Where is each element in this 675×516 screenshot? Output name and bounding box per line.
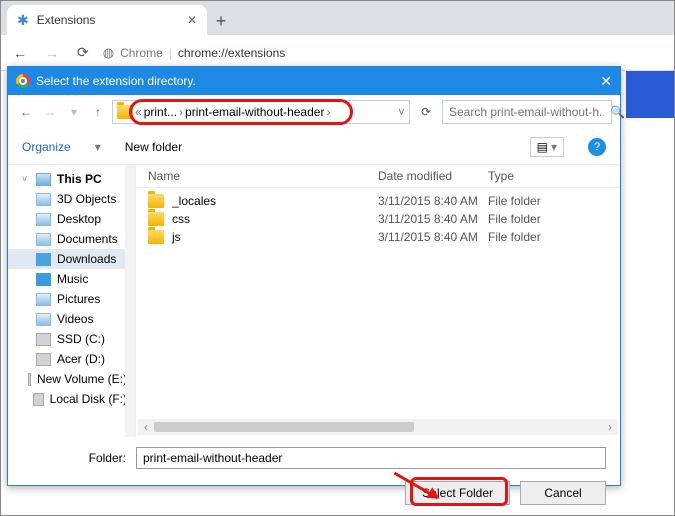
chevron-down-icon[interactable]: ˅ (398, 105, 405, 119)
url-path: chrome://extensions (178, 46, 285, 60)
sidebar-item[interactable]: Videos (8, 309, 135, 329)
drive-icon (33, 393, 43, 406)
select-folder-button[interactable]: Select Folder (405, 481, 510, 505)
sidebar-item[interactable]: New Volume (E:) (8, 369, 135, 389)
new-tab-button[interactable]: + (207, 7, 235, 35)
sidebar-item[interactable]: Desktop (8, 209, 135, 229)
scrollbar-thumb[interactable] (126, 171, 134, 231)
breadcrumb-segment[interactable]: print... (144, 105, 177, 119)
drive-icon (36, 193, 51, 206)
sidebar-item[interactable]: Acer (D:) (8, 349, 135, 369)
up-button[interactable]: ↑ (88, 102, 108, 122)
sidebar-item[interactable]: Pictures (8, 289, 135, 309)
search-input[interactable]: 🔍 (442, 100, 612, 124)
folder-label: Folder: (86, 451, 126, 465)
url-origin: Chrome (120, 46, 163, 60)
search-icon: 🔍 (610, 105, 625, 119)
globe-icon: ◍ (103, 45, 114, 61)
breadcrumb-segment[interactable]: print-email-without-header (185, 105, 324, 119)
dialog-titlebar[interactable]: Select the extension directory. ✕ (8, 67, 620, 95)
folder-picker-dialog: Select the extension directory. ✕ ← → ▾ … (7, 66, 621, 486)
sidebar-item[interactable]: Documents (8, 229, 135, 249)
scroll-right-icon[interactable]: › (602, 420, 618, 434)
drive-icon (36, 173, 51, 186)
forward-button[interactable]: → (41, 41, 63, 65)
back-button[interactable]: ← (9, 41, 31, 65)
sidebar-item[interactable]: ˅This PC (8, 169, 135, 189)
sidebar-item[interactable]: Music (8, 269, 135, 289)
close-icon[interactable]: ✕ (600, 73, 612, 90)
sidebar-item[interactable]: SSD (C:) (8, 329, 135, 349)
drive-icon (36, 293, 51, 306)
browser-tab[interactable]: ✱ Extensions ✕ (7, 5, 207, 35)
search-field[interactable] (449, 105, 604, 119)
extension-icon: ✱ (17, 12, 29, 29)
sidebar-item[interactable]: Local Disk (F:) (8, 389, 135, 409)
toolbar: Organize ▾ New folder ▤▾ ? (8, 129, 620, 165)
list-item[interactable]: _locales3/11/2015 8:40 AMFile folder (136, 192, 620, 210)
close-icon[interactable]: ✕ (187, 13, 197, 27)
list-item[interactable]: js3/11/2015 8:40 AMFile folder (136, 228, 620, 246)
sidebar-item[interactable]: 3D Objects (8, 189, 135, 209)
folder-input[interactable] (136, 447, 606, 469)
drive-icon (28, 373, 31, 386)
tab-title: Extensions (37, 13, 179, 27)
file-list: Name Date modified Type _locales3/11/201… (136, 165, 620, 437)
drive-icon (36, 333, 51, 346)
scroll-left-icon[interactable]: ‹ (138, 420, 154, 434)
chrome-icon (16, 74, 30, 88)
col-date[interactable]: Date modified (378, 169, 488, 183)
cancel-button[interactable]: Cancel (520, 481, 606, 505)
col-name[interactable]: Name (148, 169, 378, 183)
folder-icon (148, 194, 164, 208)
back-button[interactable]: ← (16, 102, 36, 122)
drive-icon (36, 253, 51, 266)
folder-icon (148, 230, 164, 244)
list-item[interactable]: css3/11/2015 8:40 AMFile folder (136, 210, 620, 228)
horizontal-scrollbar[interactable]: ‹ › (138, 419, 618, 435)
page-header-accent (626, 71, 674, 118)
column-headers[interactable]: Name Date modified Type (136, 165, 620, 188)
folder-icon (117, 105, 133, 119)
address-bar[interactable]: ◍ Chrome | chrome://extensions (103, 45, 286, 61)
recent-button[interactable]: ▾ (64, 102, 84, 122)
dialog-title: Select the extension directory. (36, 74, 594, 88)
drive-icon (36, 313, 51, 326)
drive-icon (36, 353, 51, 366)
breadcrumb[interactable]: « print... › print-email-without-header … (112, 100, 410, 124)
scrollbar-thumb[interactable] (154, 422, 414, 432)
drive-icon (36, 273, 51, 286)
nav-sidebar: ˅This PC3D ObjectsDesktopDocumentsDownlo… (8, 165, 136, 437)
new-folder-button[interactable]: New folder (125, 140, 182, 154)
drive-icon (36, 213, 51, 226)
reload-button[interactable]: ⟳ (73, 40, 93, 65)
help-icon[interactable]: ? (588, 138, 606, 156)
sidebar-item[interactable]: Downloads (8, 249, 135, 269)
tab-strip: ✱ Extensions ✕ + (1, 1, 674, 35)
drive-icon (36, 233, 51, 246)
folder-icon (148, 212, 164, 226)
refresh-button[interactable]: ⟳ (414, 100, 438, 124)
forward-button[interactable]: → (40, 102, 60, 122)
col-type[interactable]: Type (488, 169, 608, 183)
view-options-button[interactable]: ▤▾ (530, 137, 564, 157)
path-bar: ← → ▾ ↑ « print... › print-email-without… (8, 95, 620, 129)
organize-menu[interactable]: Organize (22, 140, 71, 154)
